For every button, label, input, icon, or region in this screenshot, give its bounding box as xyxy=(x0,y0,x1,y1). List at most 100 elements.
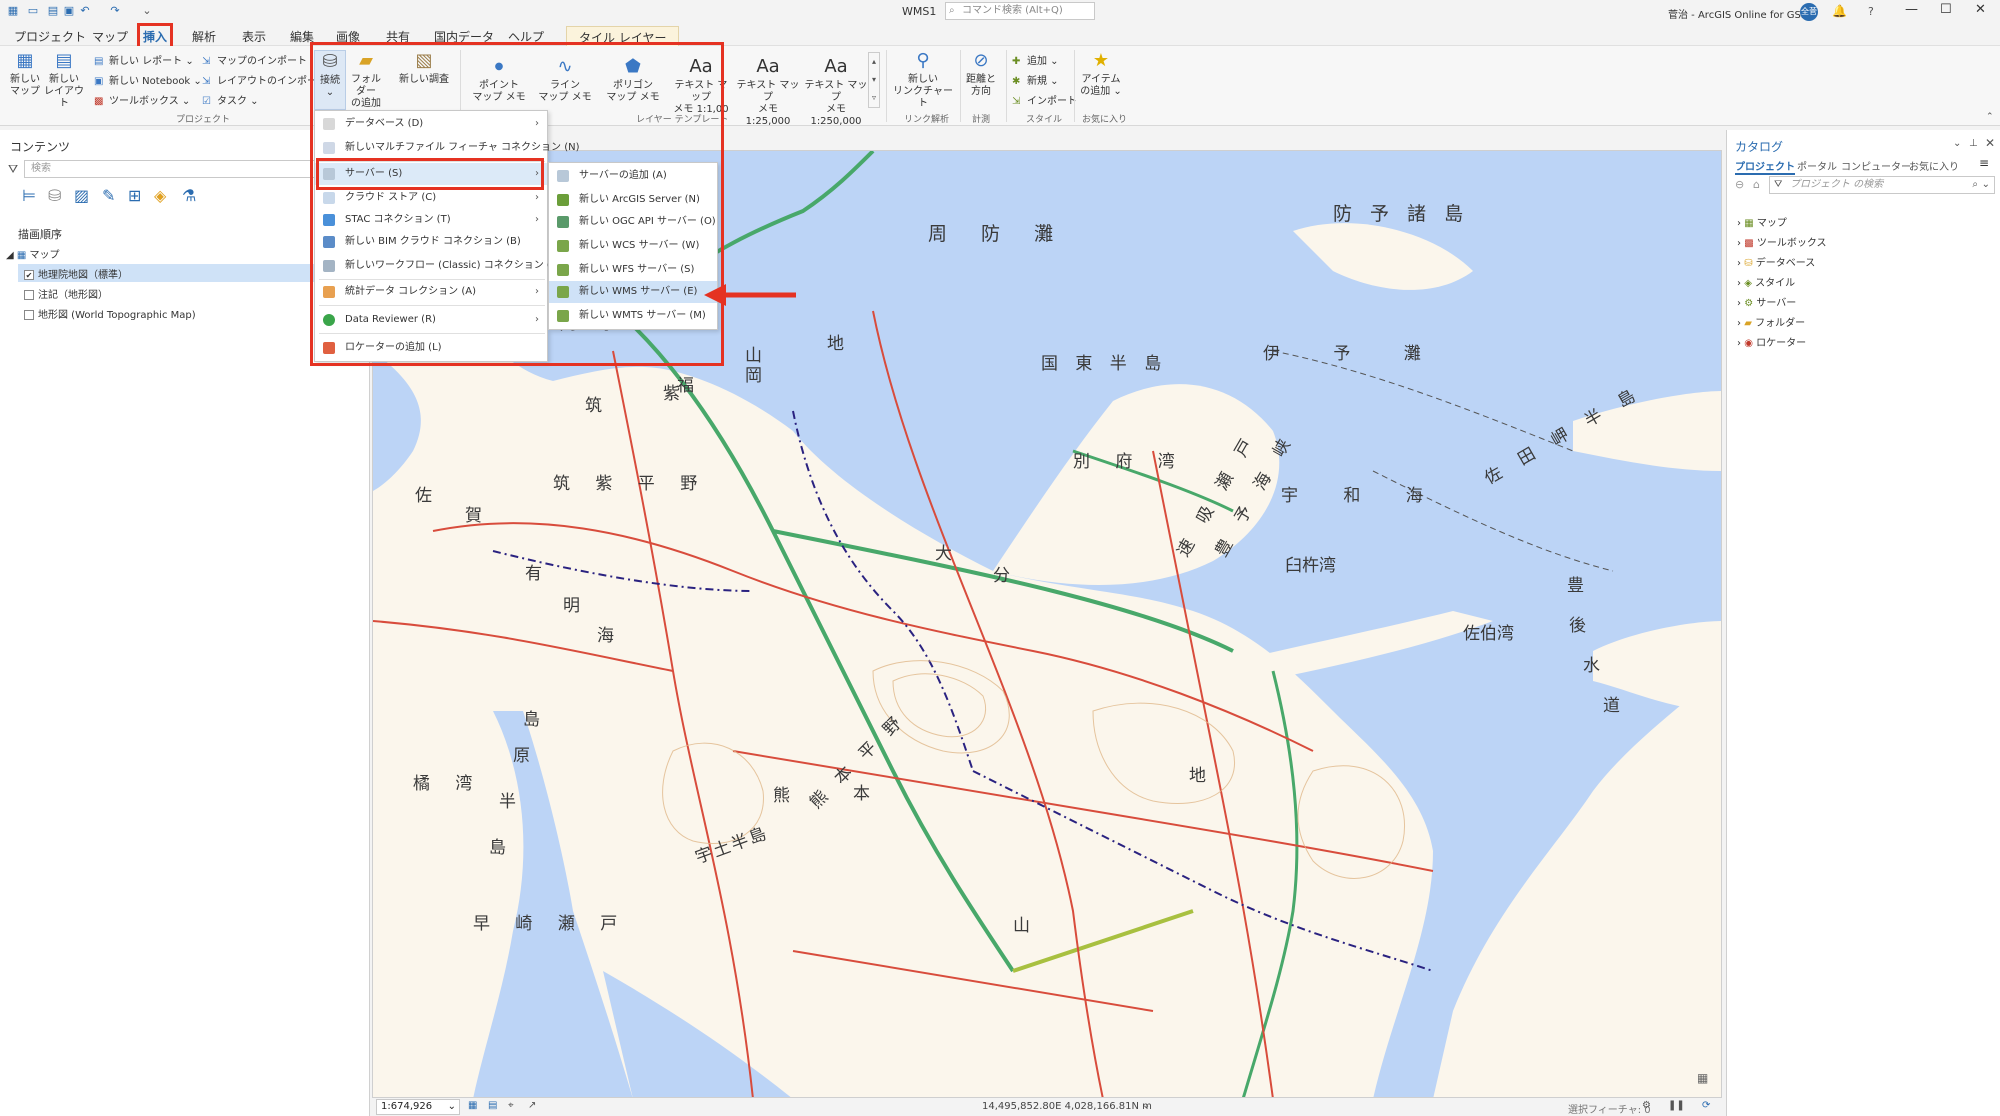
catalog-tab-favorites[interactable]: お気に入り xyxy=(1909,158,1959,173)
user-avatar[interactable]: 全菅 xyxy=(1800,3,1818,21)
labeling-icon[interactable]: ◈ xyxy=(154,186,166,205)
minimize-button[interactable]: — xyxy=(1905,2,1918,17)
new-report-button[interactable]: ▤ 新しい レポート ⌄ xyxy=(94,52,194,67)
style-add-button[interactable]: ✚ 追加 ⌄ xyxy=(1012,52,1059,67)
title-bar: ▦ ▭ ▤ ▣ ↶ ↷ ⌄ WMS1 ⌕ コマンド検索 (Alt+Q) 菅治 -… xyxy=(0,0,2000,24)
catalog-pane: カタログ ⌄ ⊥ ✕ プロジェクト ポータル コンピューター お気に入り ≡ ⊖… xyxy=(1726,130,2000,1116)
open-icon[interactable]: ▤ xyxy=(46,4,60,18)
new-link-chart-button[interactable]: ⚲ 新しい リンクチャート xyxy=(892,50,954,110)
tab-analysis[interactable]: 解析 xyxy=(192,28,216,45)
map-label: 豊 xyxy=(1567,576,1584,596)
style-new-button[interactable]: ✱ 新規 ⌄ xyxy=(1012,72,1059,87)
map-label: 有 xyxy=(525,564,542,584)
refresh-icon[interactable]: ⟳ xyxy=(1702,1100,1710,1111)
distance-direction-button[interactable]: ⊘ 距離と 方向 xyxy=(964,50,998,98)
map-overview-icon[interactable]: ▦ xyxy=(1697,1071,1708,1085)
layer-item-annotation[interactable]: 注記（地形図） xyxy=(24,286,108,301)
gallery-scroll[interactable]: ▴ ▾ ▿ xyxy=(868,52,880,108)
map-label: 島 xyxy=(523,710,540,730)
catalog-item-toolboxes[interactable]: › ▩ ツールボックス xyxy=(1737,234,1827,249)
new-layout-button[interactable]: ▤ 新しい レイアウト xyxy=(44,50,84,110)
text-icon: Aa xyxy=(756,56,780,77)
catalog-tab-computer[interactable]: コンピューター xyxy=(1841,158,1911,173)
map-label: 臼杵湾 xyxy=(1285,556,1336,576)
direction-icon[interactable]: ↗ xyxy=(528,1100,536,1111)
undo-icon[interactable]: ↶ xyxy=(78,4,92,18)
coordinates-readout: 14,495,852.80E 4,028,166.81N m xyxy=(982,1101,1152,1112)
add-favorite-button[interactable]: ★ アイテム の追加 ⌄ xyxy=(1080,50,1122,98)
user-name[interactable]: 菅治 - ArcGIS Online for GSI xyxy=(1668,6,1804,21)
scale-selector[interactable]: 1:674,926 ⌄ xyxy=(376,1099,460,1115)
catalog-item-maps[interactable]: › ▦ マップ xyxy=(1737,214,1787,229)
tab-view[interactable]: 表示 xyxy=(242,28,266,45)
map-node[interactable]: ◢ ▦ マップ xyxy=(6,246,60,261)
close-button[interactable]: ✕ xyxy=(1975,2,1986,17)
catalog-search-input[interactable]: ⛛ プロジェクト の検索 ⌕ ⌄ xyxy=(1769,176,1995,194)
catalog-tab-project[interactable]: プロジェクト xyxy=(1735,158,1795,175)
chevron-down-icon[interactable]: ⌄ xyxy=(1953,138,1961,149)
notification-icon[interactable]: 🔔 xyxy=(1832,4,1847,18)
text-memo-3-button[interactable]: Aa テキスト マップ メモ 1:250,000 xyxy=(804,56,868,128)
filter-icon[interactable]: ⛛ xyxy=(8,162,18,177)
snapping-icon[interactable]: ⊞ xyxy=(128,186,141,205)
map-label: 防 予 諸 島 xyxy=(1333,203,1470,225)
catalog-tab-portal[interactable]: ポータル xyxy=(1797,158,1837,173)
layer-checkbox[interactable] xyxy=(24,290,34,300)
catalog-item-databases[interactable]: › ⛁ データベース xyxy=(1737,254,1815,269)
map-label: 大 xyxy=(935,544,952,564)
qat-customize-icon[interactable]: ⌄ xyxy=(140,4,154,18)
map-label: 山 xyxy=(1013,916,1030,936)
snapping-icon[interactable]: ⌖ xyxy=(508,1100,514,1111)
menu-icon[interactable]: ≡ xyxy=(1979,156,1989,170)
command-search-input[interactable]: ⌕ コマンド検索 (Alt+Q) xyxy=(945,2,1095,20)
drawing-order-icon[interactable]: ⊨ xyxy=(22,186,36,205)
back-icon[interactable]: ⊖ xyxy=(1735,178,1744,191)
favorites-group-label: お気に入り xyxy=(1082,115,1128,125)
maximize-button[interactable]: ☐ xyxy=(1940,2,1952,17)
map-icon: ▦ xyxy=(16,50,34,71)
map-label: 地 xyxy=(827,334,844,354)
catalog-item-servers[interactable]: › ⚙ サーバー xyxy=(1737,294,1796,309)
search-icon: ⌕ xyxy=(949,5,955,16)
drawing-order-heading: 描画順序 xyxy=(18,228,62,241)
catalog-item-folders[interactable]: › ▰ フォルダー xyxy=(1737,314,1805,329)
ribbon: ▦ 新しい マップ ▤ 新しい レイアウト ▤ 新しい レポート ⌄ ▣ 新しい N… xyxy=(0,46,2000,128)
new-map-button[interactable]: ▦ 新しい マップ xyxy=(6,50,44,98)
close-icon[interactable]: ✕ xyxy=(1985,136,1995,150)
layer-item-world-topo[interactable]: 地形図 (World Topographic Map) xyxy=(24,306,196,321)
import-map-button[interactable]: ⇲ マップのインポート xyxy=(202,52,307,67)
layer-checkbox[interactable] xyxy=(24,310,34,320)
settings-icon[interactable]: ⚙ xyxy=(1642,1100,1651,1111)
style-import-button[interactable]: ⇲ インポート xyxy=(1012,92,1077,107)
source-icon[interactable]: ⛁ xyxy=(48,186,61,205)
catalog-item-locators[interactable]: › ◉ ロケーター xyxy=(1737,334,1806,349)
redo-icon[interactable]: ↷ xyxy=(108,4,122,18)
save-icon[interactable]: ▣ xyxy=(62,4,76,18)
charts-icon[interactable]: ⚗ xyxy=(182,186,196,205)
editing-icon[interactable]: ✎ xyxy=(102,186,115,205)
search-icon: ⌕ xyxy=(1972,179,1978,190)
layer-checkbox[interactable]: ✔ xyxy=(24,270,34,280)
pause-icon[interactable]: ❚❚ xyxy=(1668,1100,1685,1111)
import-map-icon: ⇲ xyxy=(202,56,211,67)
catalog-item-styles[interactable]: › ◈ スタイル xyxy=(1737,274,1795,289)
text-memo-2-button[interactable]: Aa テキスト マップ メモ 1:25,000 xyxy=(736,56,800,128)
task-button[interactable]: ☑ タスク ⌄ xyxy=(202,92,259,107)
map-label: 早 崎 瀬 戸 xyxy=(473,914,628,934)
map-label: 山 xyxy=(745,346,762,366)
grid-icon[interactable]: ▤ xyxy=(488,1100,497,1111)
grid-icon[interactable]: ▦ xyxy=(468,1100,477,1111)
tab-map[interactable]: マップ xyxy=(92,28,128,45)
new-notebook-button[interactable]: ▣ 新しい Notebook ⌄ xyxy=(94,72,202,87)
home-icon[interactable]: ⌂ xyxy=(1753,178,1760,191)
toolbox-button[interactable]: ▩ ツールボックス ⌄ xyxy=(94,92,190,107)
chevron-down-icon[interactable]: ⌄ xyxy=(1142,1100,1150,1111)
help-button[interactable]: ? xyxy=(1868,5,1874,18)
window-title: WMS1 xyxy=(902,5,937,18)
map-label: 原 xyxy=(513,746,530,766)
pin-icon[interactable]: ⊥ xyxy=(1969,138,1978,149)
new-icon[interactable]: ▭ xyxy=(26,4,40,18)
selection-icon[interactable]: ▨ xyxy=(74,186,89,205)
collapse-ribbon-icon[interactable]: ⌃ xyxy=(1986,112,1994,122)
tab-project[interactable]: プロジェクト xyxy=(14,28,86,45)
